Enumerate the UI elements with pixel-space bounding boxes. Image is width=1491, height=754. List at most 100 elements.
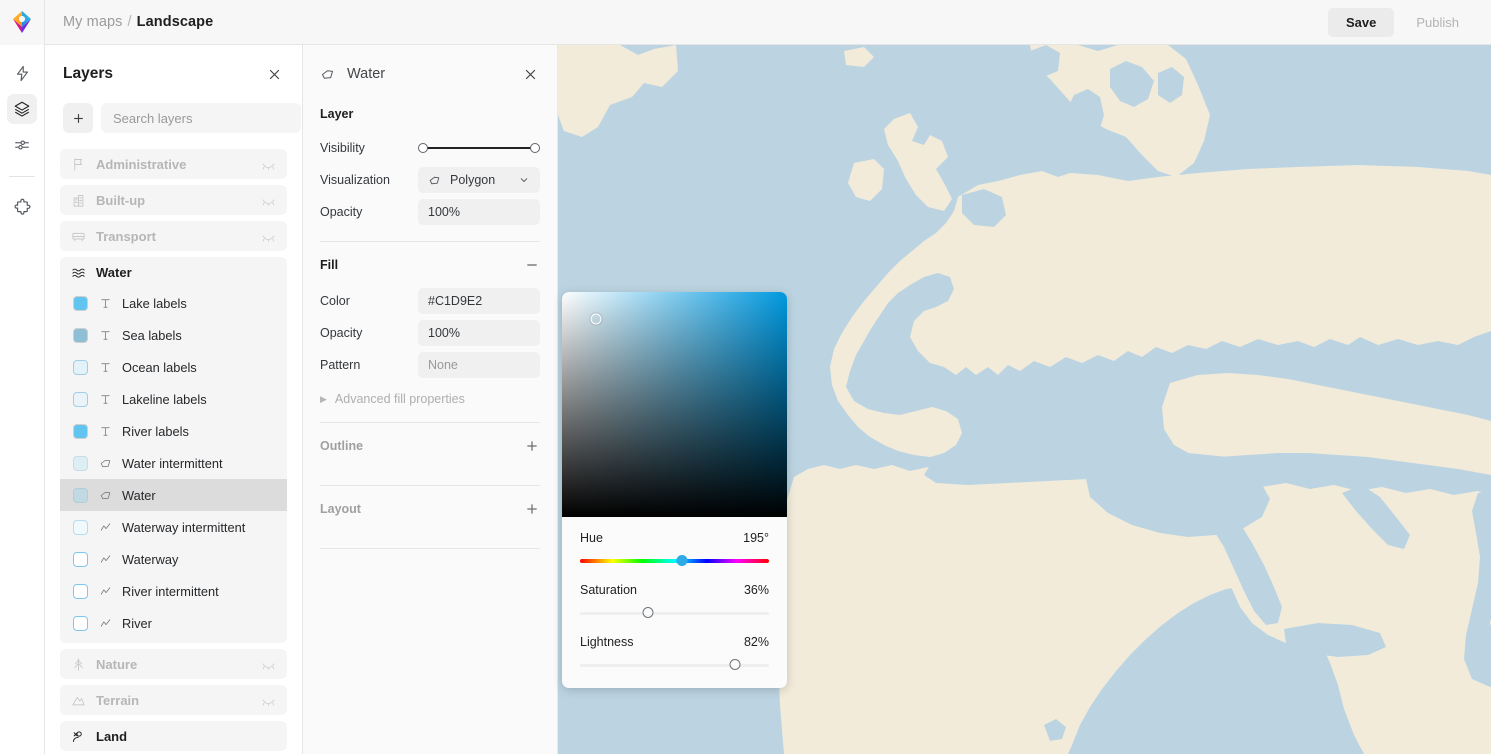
layer-section-title: Layer xyxy=(320,107,540,121)
layer-group-administrative[interactable]: Administrative xyxy=(60,149,287,179)
rail-item-plugins[interactable] xyxy=(7,192,37,222)
hue-slider[interactable] xyxy=(580,555,769,567)
fill-pattern-field[interactable]: None xyxy=(418,352,540,378)
layer-color-swatch[interactable] xyxy=(73,584,88,599)
layer-color-swatch[interactable] xyxy=(73,520,88,535)
text-icon xyxy=(98,425,112,438)
search-layers-input[interactable] xyxy=(101,103,301,133)
saturation-knob[interactable] xyxy=(643,607,654,618)
layers-panel-close-button[interactable] xyxy=(263,63,285,85)
layer-row-water[interactable]: Water xyxy=(60,479,287,511)
layer-color-swatch[interactable] xyxy=(73,456,88,471)
app-logo[interactable] xyxy=(0,0,45,45)
layer-row-river[interactable]: River xyxy=(60,607,287,639)
eye-off-icon[interactable] xyxy=(261,657,276,672)
eye-off-icon[interactable] xyxy=(261,229,276,244)
publish-button[interactable]: Publish xyxy=(1398,8,1477,37)
outline-section-title: Outline xyxy=(320,439,363,453)
lightness-slider[interactable] xyxy=(580,659,769,671)
layer-row-waterway-intermittent[interactable]: Waterway intermittent xyxy=(60,511,287,543)
plus-icon xyxy=(524,438,540,454)
text-icon xyxy=(99,329,112,342)
saturation-value-handle[interactable] xyxy=(590,314,601,325)
layer-row-sea-labels[interactable]: Sea labels xyxy=(60,319,287,351)
layer-color-swatch[interactable] xyxy=(73,328,88,343)
text-icon xyxy=(99,425,112,438)
layer-color-swatch[interactable] xyxy=(73,392,88,407)
visualization-select[interactable]: Polygon xyxy=(418,167,540,193)
fill-pattern-label: Pattern xyxy=(320,358,418,372)
layer-row-river-intermittent[interactable]: River intermittent xyxy=(60,575,287,607)
layer-row-river-labels[interactable]: River labels xyxy=(60,415,287,447)
layer-color-swatch[interactable] xyxy=(73,552,88,567)
polygon-icon xyxy=(98,489,112,502)
eye-off-icon xyxy=(261,193,276,208)
outline-section-add-button[interactable] xyxy=(524,438,540,454)
fill-section-collapse-button[interactable] xyxy=(524,257,540,273)
layout-section-add-button[interactable] xyxy=(524,501,540,517)
layer-color-swatch[interactable] xyxy=(73,360,88,375)
layer-name: Waterway xyxy=(122,552,178,567)
breadcrumb: My maps / Landscape xyxy=(63,14,213,30)
layer-color-swatch[interactable] xyxy=(73,296,88,311)
hue-label: Hue xyxy=(580,531,603,545)
layer-group-label: Terrain xyxy=(96,693,139,708)
layer-color-swatch[interactable] xyxy=(73,424,88,439)
layer-group-land[interactable]: Land xyxy=(60,721,287,751)
minus-icon xyxy=(524,257,540,273)
breadcrumb-root[interactable]: My maps xyxy=(63,14,123,30)
saturation-value-area[interactable] xyxy=(562,292,787,517)
eye-off-icon[interactable] xyxy=(261,693,276,708)
fill-opacity-field[interactable]: 100% xyxy=(418,320,540,346)
saturation-value: 36% xyxy=(744,583,769,597)
add-layer-button[interactable] xyxy=(63,103,93,133)
building-icon xyxy=(71,193,86,208)
visibility-range-slider[interactable] xyxy=(418,142,540,154)
rail-item-layers[interactable] xyxy=(7,94,37,124)
polygon-icon xyxy=(320,67,335,82)
layer-row-water-intermittent[interactable]: Water intermittent xyxy=(60,447,287,479)
save-button[interactable]: Save xyxy=(1328,8,1394,37)
properties-close-button[interactable] xyxy=(519,63,541,85)
visibility-knob-min[interactable] xyxy=(418,143,428,153)
layer-row-lake-labels[interactable]: Lake labels xyxy=(60,287,287,319)
saturation-slider[interactable] xyxy=(580,607,769,619)
fill-color-label: Color xyxy=(320,294,418,308)
layer-groups: Administrative Built-up Transport Water Lake… xyxy=(45,149,302,751)
layer-group-nature[interactable]: Nature xyxy=(60,649,287,679)
lightness-knob[interactable] xyxy=(729,659,740,670)
top-bar: My maps / Landscape Save Publish xyxy=(0,0,1491,45)
map-pin-logo-icon xyxy=(11,10,33,34)
layer-row-waterway[interactable]: Waterway xyxy=(60,543,287,575)
eye-off-icon[interactable] xyxy=(261,193,276,208)
layer-group-header-water[interactable]: Water xyxy=(60,257,287,287)
layer-name: Waterway intermittent xyxy=(122,520,245,535)
lightness-label: Lightness xyxy=(580,635,634,649)
rail-item-settings[interactable] xyxy=(7,130,37,160)
layer-group-terrain[interactable]: Terrain xyxy=(60,685,287,715)
color-picker-sliders: Hue 195° Saturation 36% Lightness 82% xyxy=(562,517,787,688)
advanced-fill-properties-toggle[interactable]: ▶ Advanced fill properties xyxy=(320,392,540,406)
layer-color-swatch[interactable] xyxy=(73,488,88,503)
rail-item-flash[interactable] xyxy=(7,58,37,88)
close-icon xyxy=(523,67,538,82)
layer-row-lakeline-labels[interactable]: Lakeline labels xyxy=(60,383,287,415)
layer-opacity-field[interactable]: 100% xyxy=(418,199,540,225)
visibility-knob-max[interactable] xyxy=(530,143,540,153)
lightness-track xyxy=(580,664,769,668)
layer-name: Lake labels xyxy=(122,296,187,311)
land-icon xyxy=(71,729,86,744)
layer-group-label: Land xyxy=(96,729,127,744)
hue-knob[interactable] xyxy=(677,555,688,566)
layer-color-swatch[interactable] xyxy=(73,616,88,631)
layer-group-built-up[interactable]: Built-up xyxy=(60,185,287,215)
layer-name: River xyxy=(122,616,152,631)
fill-color-input[interactable] xyxy=(418,288,540,314)
layer-properties-panel: Water Layer Visibility Visualization xyxy=(303,45,558,754)
text-icon xyxy=(99,361,112,374)
layer-row-ocean-labels[interactable]: Ocean labels xyxy=(60,351,287,383)
layer-group-transport[interactable]: Transport xyxy=(60,221,287,251)
flash-icon xyxy=(14,65,31,82)
visualization-value: Polygon xyxy=(450,173,495,187)
eye-off-icon[interactable] xyxy=(261,157,276,172)
